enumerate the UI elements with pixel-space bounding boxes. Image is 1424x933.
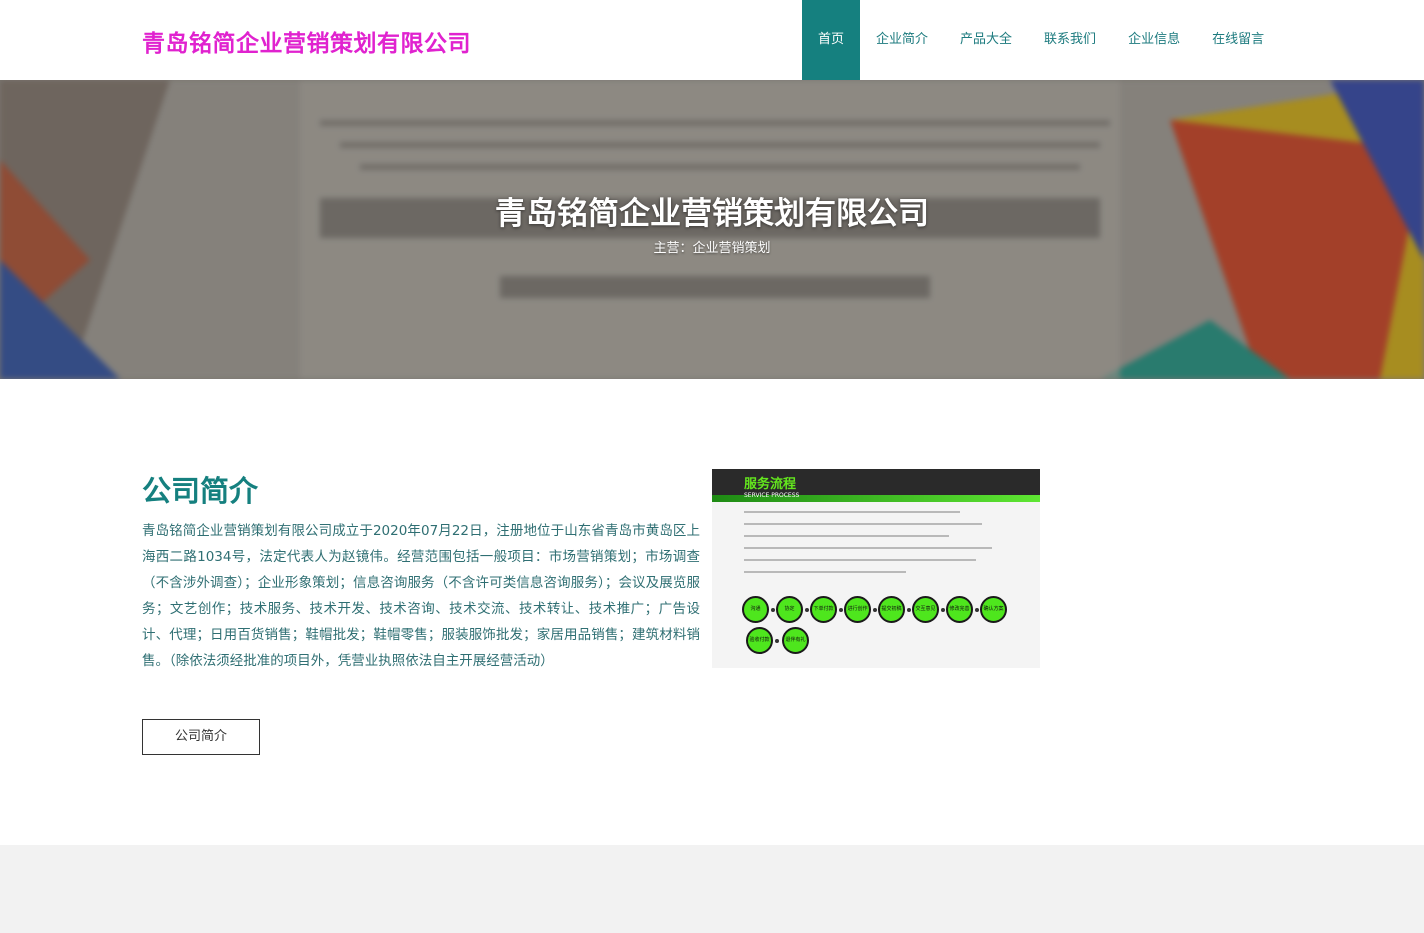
site-logo[interactable]: 青岛铭简企业营销策划有限公司: [142, 24, 471, 58]
process-step: 沟通: [742, 596, 769, 623]
nav-item-5[interactable]: 在线留言: [1196, 0, 1280, 80]
image-subtitle: SERVICE PROCESS: [744, 492, 800, 499]
hero-title: 青岛铭简企业营销策划有限公司: [495, 196, 929, 232]
process-step-connector: [775, 639, 779, 643]
process-step: 修改完善: [946, 596, 973, 623]
main-nav: 首页 企业简介 产品大全 联系我们 企业信息 在线留言: [802, 0, 1280, 80]
process-step: 进行创作: [844, 596, 871, 623]
about-heading: 公司简介: [142, 474, 259, 508]
about-more-button[interactable]: 公司简介: [142, 719, 260, 755]
process-step: 交互意见: [912, 596, 939, 623]
process-step-connector: [941, 608, 945, 612]
footer-band: [0, 845, 1424, 933]
nav-item-0[interactable]: 首页: [802, 0, 861, 80]
process-step: 确认方案: [980, 596, 1007, 623]
site-header: 青岛铭简企业营销策划有限公司 首页 企业简介 产品大全 联系我们 企业信息 在线留言: [0, 0, 1424, 80]
process-step: 提交初稿: [878, 596, 905, 623]
service-process-image: 服务流程 SERVICE PROCESS 沟通 协定 下单付款 进行创作 提交初稿 交互意…: [712, 469, 1040, 668]
process-step-connector: [805, 608, 809, 612]
process-step-connector: [771, 608, 775, 612]
hero-banner: 青岛铭简企业营销策划有限公司 主营：企业营销策划: [0, 80, 1424, 379]
image-title: 服务流程: [744, 477, 797, 492]
process-step: 协定: [776, 596, 803, 623]
process-step-connector: [873, 608, 877, 612]
hero-subtitle: 主营：企业营销策划: [653, 241, 771, 256]
process-step-connector: [975, 608, 979, 612]
process-step-connector: [907, 608, 911, 612]
process-step: 验收付款: [746, 627, 773, 654]
nav-item-4[interactable]: 企业信息: [1112, 0, 1196, 80]
nav-item-3[interactable]: 联系我们: [1028, 0, 1112, 80]
image-text-lines: [744, 511, 1014, 583]
process-step-connector: [839, 608, 843, 612]
process-step: 退伴有礼: [782, 627, 809, 654]
nav-item-2[interactable]: 产品大全: [944, 0, 1028, 80]
nav-item-1[interactable]: 企业简介: [860, 0, 944, 80]
process-step: 下单付款: [810, 596, 837, 623]
about-description: 青岛铭简企业营销策划有限公司成立于2020年07月22日，注册地位于山东省青岛市…: [142, 523, 700, 669]
